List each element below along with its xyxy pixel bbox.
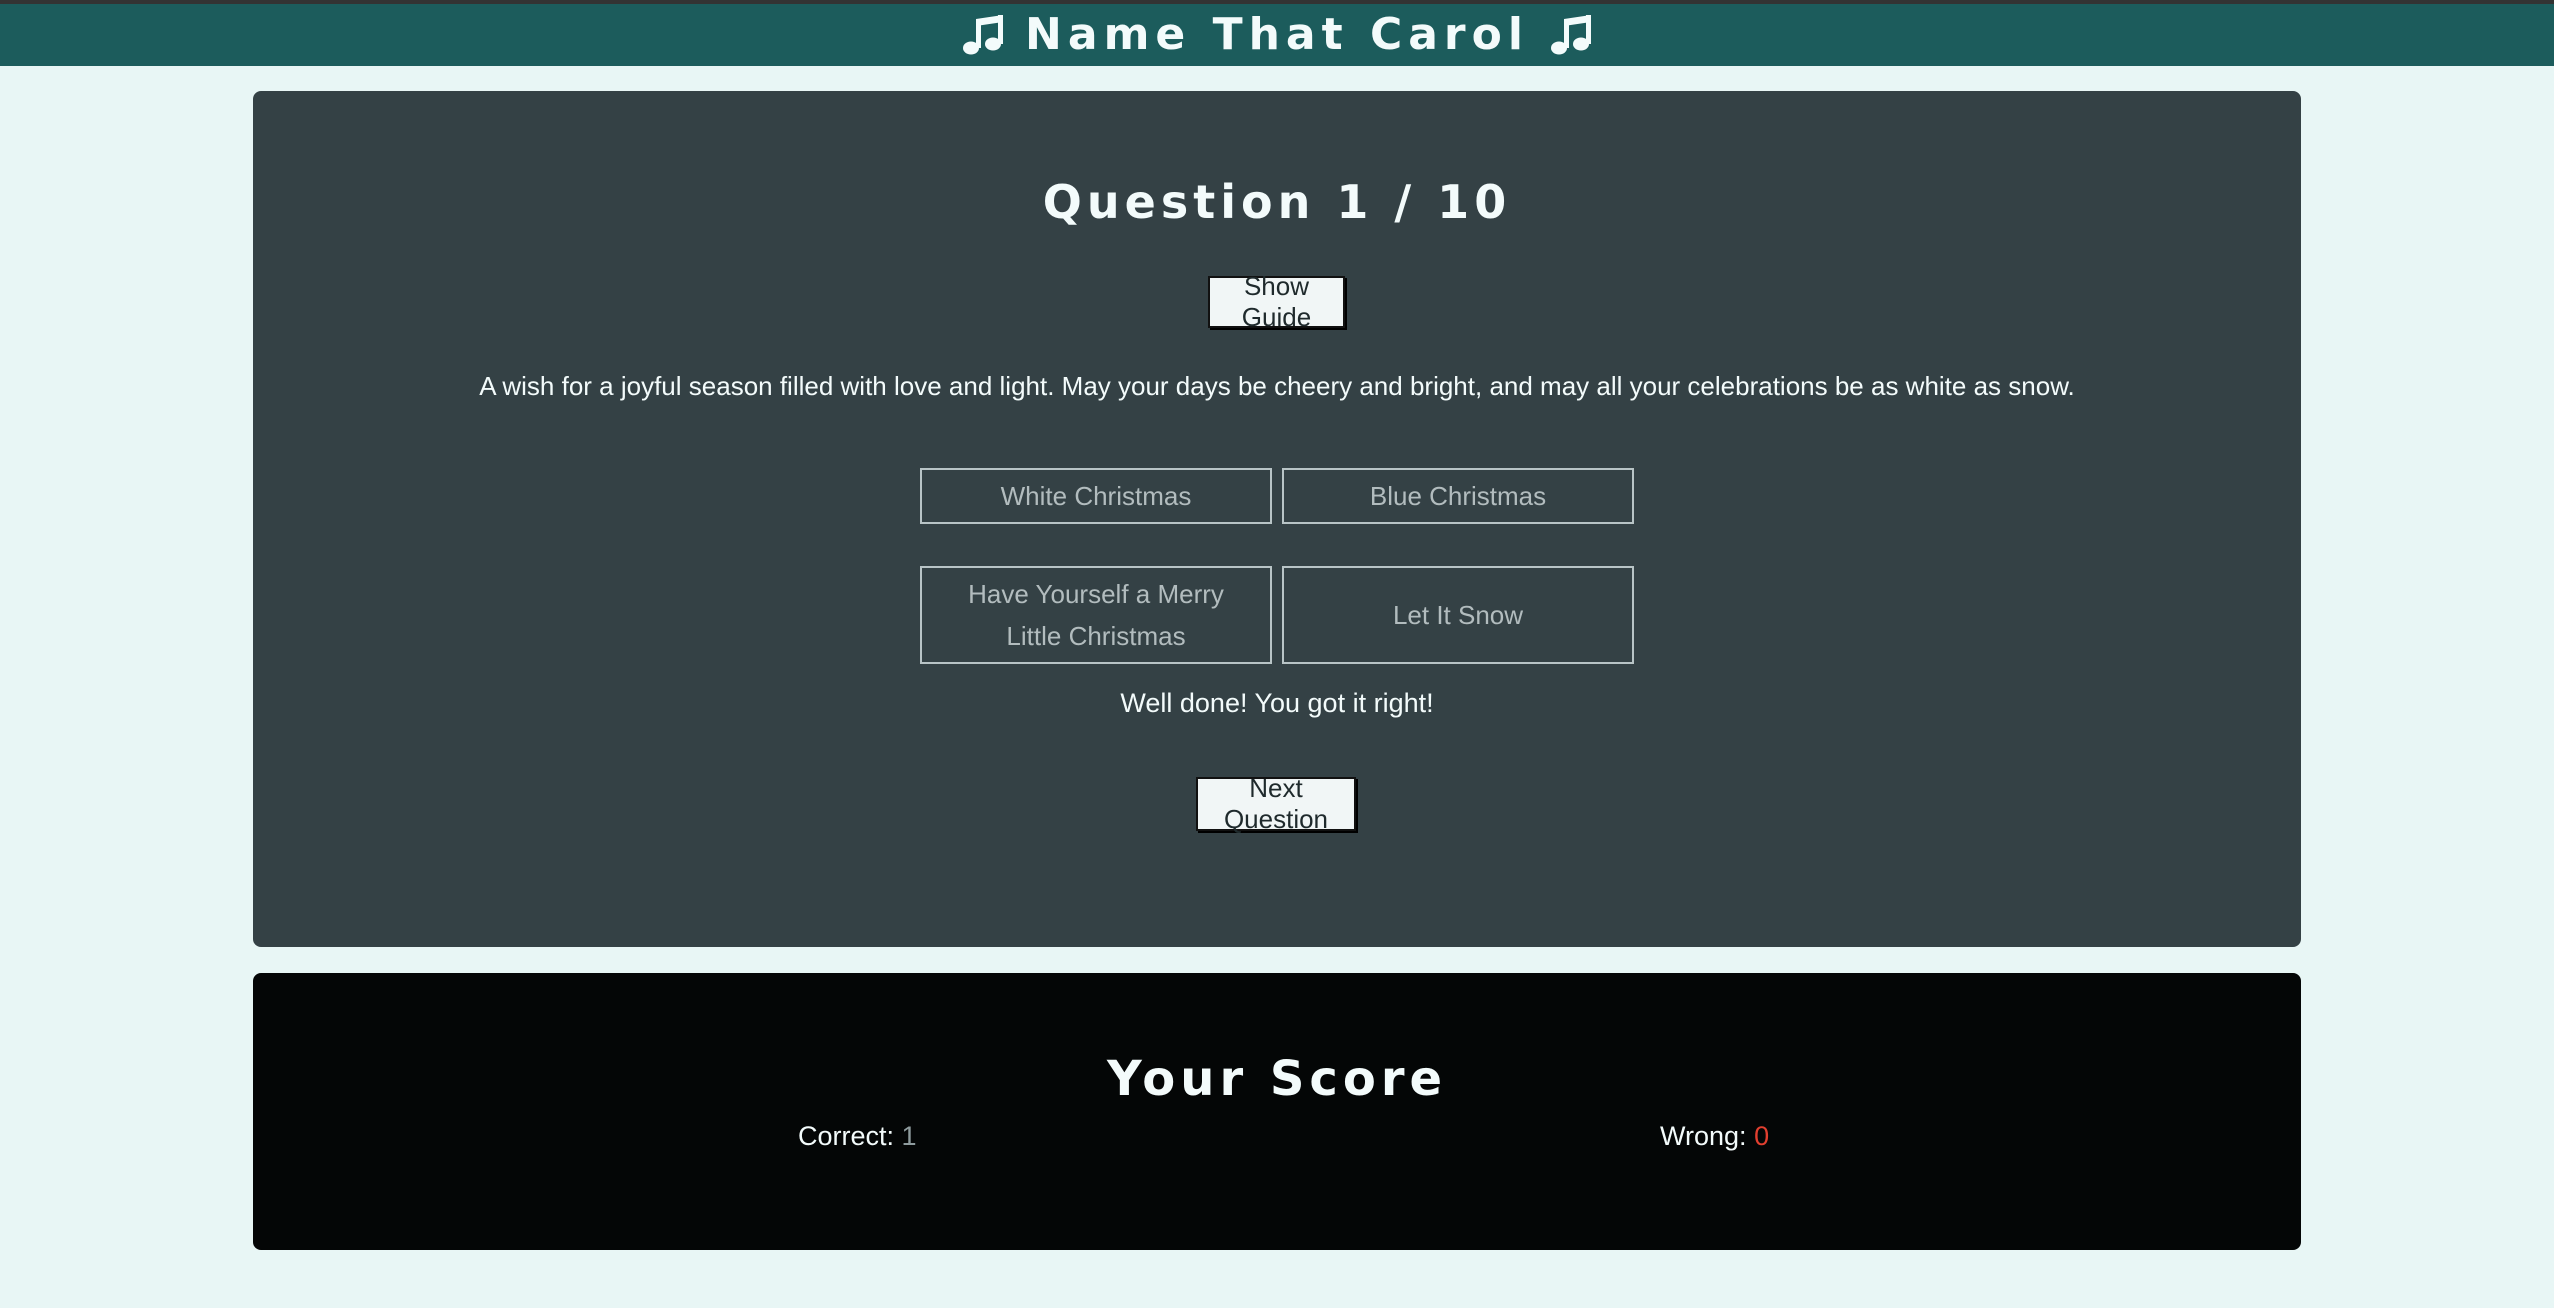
question-counter: Question 1 / 10: [1042, 175, 1512, 229]
answer-option-blue-christmas[interactable]: Blue Christmas: [1282, 468, 1634, 524]
next-question-button[interactable]: Next Question: [1196, 773, 1356, 834]
wrong-count: 0: [1754, 1121, 1770, 1151]
quiz-panel: Question 1 / 10 Show Guide A wish for a …: [253, 91, 2301, 947]
music-note-icon: [959, 11, 1007, 59]
score-title: Your Score: [1106, 1051, 1448, 1107]
site-header: Name That Carol: [0, 0, 2554, 66]
wrong-score: Wrong: 0: [1660, 1121, 1769, 1152]
wrong-label: Wrong:: [1660, 1121, 1747, 1151]
answer-option-white-christmas[interactable]: White Christmas: [920, 468, 1272, 524]
correct-score: Correct: 1: [798, 1121, 917, 1152]
show-guide-button[interactable]: Show Guide: [1208, 271, 1345, 332]
answer-option-let-it-snow[interactable]: Let It Snow: [1282, 566, 1634, 664]
carol-clue: A wish for a joyful season filled with l…: [479, 371, 2075, 401]
answer-option-merry-little-christmas[interactable]: Have Yourself a Merry Little Christmas: [920, 566, 1272, 664]
answer-feedback: Well done! You got it right!: [1120, 688, 1434, 718]
correct-count: 1: [901, 1121, 917, 1151]
correct-label: Correct:: [798, 1121, 895, 1151]
score-panel: Your Score Correct: 1 Wrong: 0: [253, 973, 2301, 1250]
app-title: Name That Carol: [1025, 9, 1529, 60]
music-note-icon: [1547, 11, 1595, 59]
